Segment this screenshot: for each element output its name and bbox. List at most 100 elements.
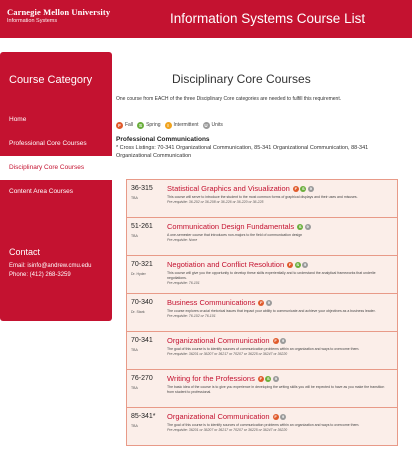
course-row[interactable]: 76-270 TBA Writing for the Professions F S 9 T… xyxy=(126,370,398,408)
legend-label: Units xyxy=(211,122,223,128)
sidebar-item-home[interactable]: Home xyxy=(0,108,112,132)
contact-title: Contact xyxy=(9,247,41,257)
spring-badge-icon: S xyxy=(137,121,145,129)
legend-intermittent: I Intermittent xyxy=(164,121,199,129)
course-prerequisite: Pre-requisite: None xyxy=(167,238,198,242)
units-badge-icon: 9 xyxy=(280,337,287,344)
course-title-link[interactable]: Writing for the Professions F S 9 xyxy=(167,374,280,383)
fall-badge-icon: F xyxy=(116,121,123,129)
course-description-text: A one-semester course that introduces no… xyxy=(167,233,303,237)
course-title-link[interactable]: Negotiation and Conflict Resolution F S 9 xyxy=(167,260,310,269)
course-instructor: TBA xyxy=(131,234,138,238)
course-title-text: Organizational Communication xyxy=(167,412,270,421)
course-badges: S9 xyxy=(297,223,312,230)
cross-listings: * Cross Listings: 70-341 Organizational … xyxy=(116,145,369,159)
course-badges: FS9 xyxy=(292,185,316,192)
fall-badge-icon: F xyxy=(258,299,265,306)
course-description-text: The goal of this course is to identify s… xyxy=(167,347,360,351)
course-description-text: The goal of this course is to identify s… xyxy=(167,423,360,427)
course-title-link[interactable]: Statistical Graphics and Visualization F S… xyxy=(167,184,315,193)
course-row[interactable]: 36-315 TBA Statistical Graphics and Visual… xyxy=(126,180,398,218)
course-description-text: The basic idea of the course is to give … xyxy=(167,385,385,394)
course-instructor: TBA xyxy=(131,196,138,200)
sidebar-title: Course Category xyxy=(9,74,93,86)
course-title-text: Writing for the Professions xyxy=(167,374,255,383)
course-title-text: Communication Design Fundamentals xyxy=(167,222,295,231)
university-logo[interactable]: Carnegie Mellon University Information S… xyxy=(7,7,110,24)
legend-spring: S Spring xyxy=(137,121,161,129)
course-title-text: Organizational Communication xyxy=(167,336,270,345)
fall-badge-icon: F xyxy=(287,261,294,268)
units-badge-icon: 9 xyxy=(280,413,287,420)
course-badges: FS9 xyxy=(287,261,310,268)
units-badge-icon: 9 xyxy=(304,223,311,230)
page-title: Disciplinary Core Courses xyxy=(172,72,311,86)
course-instructor: Dr. Hyder xyxy=(131,272,146,276)
course-description: A one-semester course that introduces no… xyxy=(167,233,392,243)
intermittent-badge-icon: I xyxy=(164,121,172,129)
sidebar-item-professional-core[interactable]: Professional Core Courses xyxy=(0,132,112,156)
course-description: The basic idea of the course is to give … xyxy=(167,385,392,395)
legend: F Fall S Spring I Intermittent U Units xyxy=(116,121,227,129)
legend-units: U Units xyxy=(202,121,223,129)
course-title-link[interactable]: Organizational Communication F 9 xyxy=(167,412,288,421)
course-prerequisite: Pre-requisite: 76-101 xyxy=(167,281,200,285)
fall-badge-icon: F xyxy=(272,413,279,420)
course-instructor: Dr. Stark xyxy=(131,310,145,314)
course-list: 36-315 TBA Statistical Graphics and Visual… xyxy=(126,179,398,446)
contact-email[interactable]: Email: isinfo@andrew.cmu.edu xyxy=(9,262,91,271)
units-badge-icon: 9 xyxy=(272,375,279,382)
course-number: 36-315 xyxy=(131,185,153,192)
course-badges: FS9 xyxy=(257,375,281,382)
course-number: 85-341* xyxy=(131,413,156,420)
course-number: 70-321 xyxy=(131,261,153,268)
fall-badge-icon: F xyxy=(292,185,299,192)
course-badges: F9 xyxy=(258,299,273,306)
course-description-text: This course will give you the opportunit… xyxy=(167,271,376,280)
course-description: The course explores crucial rhetorical i… xyxy=(167,309,392,319)
spring-badge-icon: S xyxy=(265,375,272,382)
course-prerequisite: Pre-requisite: 36201 or 36207 or 36217 o… xyxy=(167,352,288,356)
course-description: This course will give you the opportunit… xyxy=(167,271,392,286)
legend-label: Spring xyxy=(146,122,161,128)
course-row[interactable]: 51-261 TBA Communication Design Fundamenta… xyxy=(126,218,398,256)
course-badges: F9 xyxy=(272,413,288,420)
logo-subtitle: Information Systems xyxy=(7,18,58,24)
course-number: 70-340 xyxy=(131,299,153,306)
sidebar-item-content-area[interactable]: Content Area Courses xyxy=(0,180,112,204)
legend-label: Intermittent xyxy=(173,122,199,128)
units-badge-icon: U xyxy=(202,121,210,129)
fall-badge-icon: F xyxy=(257,375,264,382)
spring-badge-icon: S xyxy=(297,223,304,230)
units-badge-icon: 9 xyxy=(265,299,272,306)
site-title: Information Systems Course List xyxy=(170,11,366,26)
course-title-text: Business Communications xyxy=(167,298,256,307)
legend-fall: F Fall xyxy=(116,121,134,129)
course-description-text: This course will serve to introduce the … xyxy=(167,195,358,199)
course-description: This course will serve to introduce the … xyxy=(167,195,392,205)
course-badges: F9 xyxy=(272,337,288,344)
course-title-link[interactable]: Business Communications F 9 xyxy=(167,298,273,307)
course-instructor: TBA xyxy=(131,424,138,428)
legend-label: Fall xyxy=(125,122,134,128)
fall-badge-icon: F xyxy=(272,337,279,344)
course-title-text: Statistical Graphics and Visualization xyxy=(167,184,290,193)
contact-phone: Phone: (412) 268-3259 xyxy=(9,272,71,278)
sidebar: Course Category Home Professional Core C… xyxy=(0,52,112,321)
course-row[interactable]: 85-341* TBA Organizational Communication F 9… xyxy=(126,408,398,446)
units-badge-icon: 9 xyxy=(302,261,309,268)
sidebar-nav: Home Professional Core Courses Disciplin… xyxy=(0,108,112,204)
course-title-link[interactable]: Organizational Communication F 9 xyxy=(167,336,288,345)
intro-text: One course from EACH of the three Discip… xyxy=(116,96,342,102)
course-title-text: Negotiation and Conflict Resolution xyxy=(167,260,285,269)
header: Carnegie Mellon University Information S… xyxy=(0,0,412,38)
course-title-link[interactable]: Communication Design Fundamentals S 9 xyxy=(167,222,312,231)
course-prerequisite: Pre-requisite: 36-202 or 36-208 or 36-22… xyxy=(167,200,264,204)
course-row[interactable]: 70-321 Dr. Hyder Negotiation and Conflict … xyxy=(126,256,398,294)
course-row[interactable]: 70-340 Dr. Stark Business Communications F 9… xyxy=(126,294,398,332)
course-instructor: TBA xyxy=(131,386,138,390)
course-row[interactable]: 70-341 TBA Organizational Communication F 9 T… xyxy=(126,332,398,370)
spring-badge-icon: S xyxy=(294,261,301,268)
sidebar-item-disciplinary-core[interactable]: Disciplinary Core Courses xyxy=(0,156,112,180)
units-badge-icon: 9 xyxy=(307,185,314,192)
